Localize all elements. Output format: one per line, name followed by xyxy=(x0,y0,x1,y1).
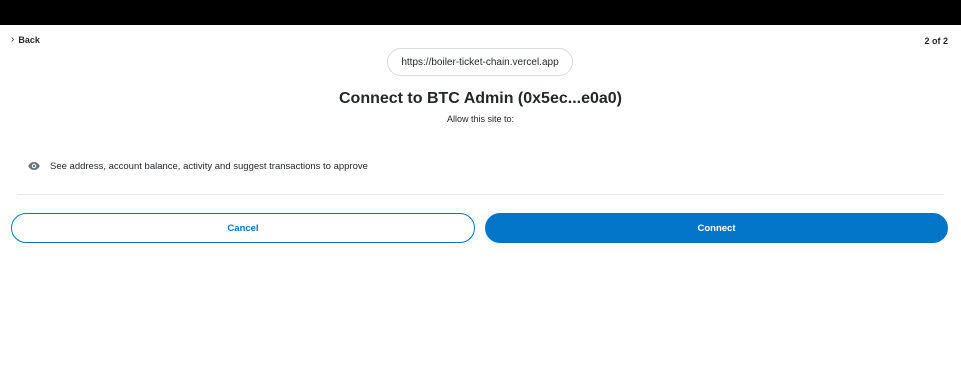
page-title: Connect to BTC Admin (0x5ec...e0a0) xyxy=(338,90,623,107)
divider xyxy=(17,194,944,195)
permission-text: See address, account balance, activity a… xyxy=(50,160,368,172)
site-origin-url: https://boiler-ticket-chain.vercel.app xyxy=(401,56,559,68)
site-origin-pill: https://boiler-ticket-chain.vercel.app xyxy=(387,48,573,76)
eye-icon xyxy=(28,160,40,172)
connect-button[interactable]: Connect xyxy=(485,213,948,243)
page-indicator: 2 of 2 xyxy=(924,36,948,46)
back-button[interactable]: › Back xyxy=(11,34,40,46)
back-label: Back xyxy=(18,35,40,45)
permission-item: See address, account balance, activity a… xyxy=(28,160,368,172)
chevron-right-icon: › xyxy=(11,34,15,45)
window-top-bar xyxy=(0,0,961,25)
cancel-button[interactable]: Cancel xyxy=(11,213,475,243)
page-subtitle: Allow this site to: xyxy=(446,114,515,124)
